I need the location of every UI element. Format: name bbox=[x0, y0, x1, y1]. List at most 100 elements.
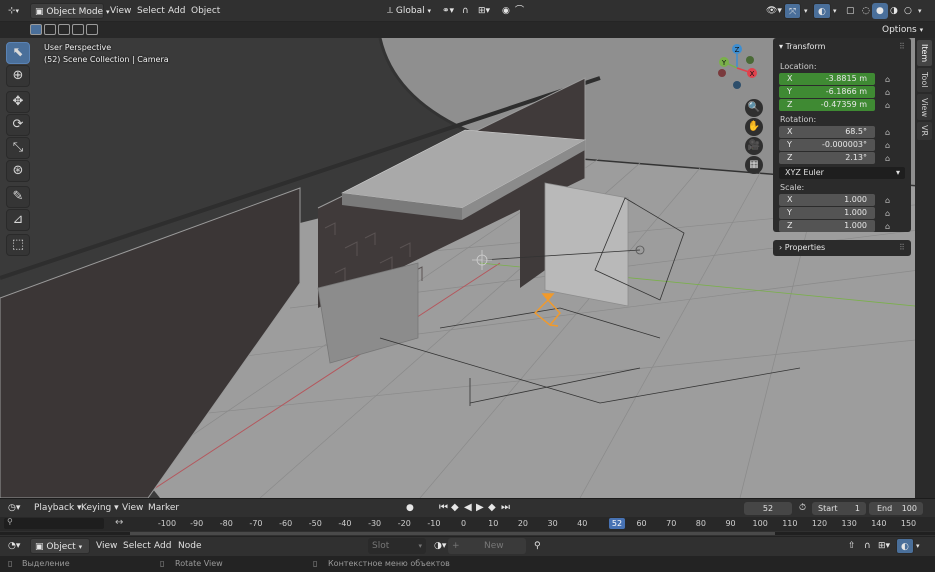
parent-node-tree-button[interactable]: ⇧ bbox=[844, 538, 860, 554]
location-x-field[interactable]: X -3.8815 m bbox=[779, 73, 875, 85]
select-invert-icon[interactable] bbox=[72, 24, 84, 35]
frame-tick-label: -80 bbox=[219, 519, 233, 528]
navigation-gizmo[interactable]: Z X Y bbox=[710, 40, 764, 94]
tab-item[interactable]: Item bbox=[917, 40, 932, 66]
timeline-search-field[interactable]: ⚲ bbox=[4, 517, 104, 529]
lock-icon[interactable]: ⌂ bbox=[885, 154, 895, 163]
scale-x-field[interactable]: X 1.000 bbox=[779, 194, 875, 206]
select-intersect-icon[interactable] bbox=[86, 24, 98, 35]
gizmo-toggle[interactable]: ⤧ bbox=[784, 3, 802, 19]
scrollbar-thumb[interactable] bbox=[130, 532, 775, 535]
snap-toggle[interactable]: ∩ bbox=[458, 3, 473, 19]
menu-timeline-view[interactable]: View bbox=[122, 500, 143, 516]
measure-tool[interactable]: ⊿ bbox=[6, 209, 30, 231]
menu-node[interactable]: Node bbox=[178, 538, 202, 554]
record-button[interactable]: ● bbox=[402, 500, 418, 516]
rotation-z-field[interactable]: Z 2.13° bbox=[779, 152, 875, 164]
annotate-tool[interactable]: ✎ bbox=[6, 186, 30, 208]
transform-tool[interactable]: ⊛ bbox=[6, 160, 30, 182]
collapse-channels-icon[interactable]: ↔ bbox=[115, 517, 123, 528]
current-frame-field[interactable]: 52 bbox=[744, 502, 792, 515]
select-subtract-icon[interactable] bbox=[58, 24, 70, 35]
lock-icon[interactable]: ⌂ bbox=[885, 141, 895, 150]
rotation-x-field[interactable]: X 68.5° bbox=[779, 126, 875, 138]
node-overlays-dropdown[interactable]: ▾ bbox=[912, 538, 924, 554]
mode-selector[interactable]: ▣ Object Mode ▾ bbox=[30, 3, 109, 19]
status-select: Выделение bbox=[22, 559, 70, 568]
tab-view[interactable]: View bbox=[917, 94, 932, 120]
menu-view[interactable]: View bbox=[110, 3, 131, 19]
location-z-field[interactable]: Z -0.47359 m bbox=[779, 99, 875, 111]
menu-editor-add[interactable]: Add bbox=[154, 538, 171, 554]
end-frame-field[interactable]: End 100 bbox=[869, 502, 923, 515]
location-y-field[interactable]: Y -6.1866 m bbox=[779, 86, 875, 98]
pin-button[interactable]: ⚲ bbox=[530, 538, 545, 554]
drag-handle-icon[interactable]: ⠿ bbox=[899, 243, 905, 252]
shading-options-button[interactable]: ▾ bbox=[914, 3, 926, 19]
xray-toggle[interactable]: ▢ bbox=[842, 3, 859, 19]
timeline-editor-type-button[interactable]: ◷▾ bbox=[4, 500, 24, 516]
pivot-point-button[interactable]: ⚭▾ bbox=[438, 3, 458, 19]
properties-header[interactable]: › Properties bbox=[779, 241, 825, 255]
menu-add[interactable]: Add bbox=[168, 3, 185, 19]
select-extend-icon[interactable] bbox=[44, 24, 56, 35]
menu-select[interactable]: Select bbox=[137, 3, 165, 19]
menu-keying[interactable]: Keying ▾ bbox=[81, 500, 119, 516]
proportional-falloff-button[interactable]: ⌒ bbox=[511, 3, 528, 19]
transform-orientation-dropdown[interactable]: ⟂ Global ▾ bbox=[383, 3, 435, 19]
grid-ortho-icon[interactable]: ▦ bbox=[745, 156, 763, 174]
snap-element-button[interactable]: ⊞▾ bbox=[874, 538, 894, 554]
rotate-tool[interactable]: ⟳ bbox=[6, 114, 30, 136]
chevron-down-icon: ▾ bbox=[105, 8, 110, 16]
overlays-dropdown[interactable]: ▾ bbox=[829, 3, 841, 19]
start-frame-field[interactable]: Start 1 bbox=[812, 502, 866, 515]
pan-hand-icon[interactable]: ✋ bbox=[745, 118, 763, 136]
tab-vr[interactable]: VR bbox=[917, 122, 932, 140]
slot-dropdown[interactable]: Slot ▾ bbox=[368, 538, 426, 554]
tab-tool[interactable]: Tool bbox=[917, 68, 932, 92]
cursor-tool[interactable]: ⊕ bbox=[6, 65, 30, 87]
options-dropdown[interactable]: Options ▾ bbox=[878, 22, 927, 38]
lock-icon[interactable]: ⌂ bbox=[885, 128, 895, 137]
menu-editor-view[interactable]: View bbox=[96, 538, 117, 554]
rotation-y-field[interactable]: Y -0.000003° bbox=[779, 139, 875, 151]
snap-toggle-nodes[interactable]: ∩ bbox=[860, 538, 875, 554]
timeline-scrollbar[interactable] bbox=[0, 532, 935, 535]
rotation-mode-dropdown[interactable]: XYZ Euler ▾ bbox=[779, 167, 905, 179]
rotation-label: Rotation: bbox=[780, 115, 817, 124]
lock-icon[interactable]: ⌂ bbox=[885, 209, 895, 218]
zoom-icon[interactable]: 🔍 bbox=[745, 99, 763, 117]
scale-y-field[interactable]: Y 1.000 bbox=[779, 207, 875, 219]
jump-end-button[interactable]: ⏭ bbox=[497, 500, 514, 516]
menu-playback[interactable]: Playback ▾ bbox=[34, 500, 82, 516]
preview-range-toggle[interactable]: ⏱ bbox=[795, 500, 810, 516]
drag-handle-icon[interactable]: ⠿ bbox=[899, 42, 905, 51]
select-new-icon[interactable] bbox=[30, 24, 42, 35]
menu-marker[interactable]: Marker bbox=[148, 500, 179, 516]
frame-tick-label: 120 bbox=[811, 519, 828, 528]
context-selector[interactable]: ▣ Object ▾ bbox=[30, 538, 90, 554]
lock-icon[interactable]: ⌂ bbox=[885, 88, 895, 97]
lock-icon[interactable]: ⌂ bbox=[885, 196, 895, 205]
select-box-tool[interactable]: ⬉ bbox=[6, 42, 30, 64]
proportional-edit-icon: ◉ bbox=[502, 6, 510, 16]
properties-panel[interactable]: › Properties ⠿ bbox=[773, 240, 911, 256]
gizmo-dropdown[interactable]: ▾ bbox=[800, 3, 812, 19]
menu-object[interactable]: Object bbox=[191, 3, 220, 19]
new-material-button[interactable]: + New bbox=[448, 538, 526, 554]
lock-icon[interactable]: ⌂ bbox=[885, 75, 895, 84]
camera-view-icon[interactable]: 🎥 bbox=[745, 137, 763, 155]
snap-target-button[interactable]: ⊞▾ bbox=[474, 3, 494, 19]
move-tool[interactable]: ✥ bbox=[6, 91, 30, 113]
transform-header[interactable]: ▾ Transform bbox=[779, 40, 825, 54]
lock-icon[interactable]: ⌂ bbox=[885, 222, 895, 231]
lock-icon[interactable]: ⌂ bbox=[885, 101, 895, 110]
node-editor-type-button[interactable]: ◔▾ bbox=[4, 538, 24, 554]
playhead-frame-indicator[interactable]: 52 bbox=[609, 518, 625, 529]
editor-type-button[interactable]: ⊹▾ bbox=[4, 3, 23, 19]
add-cube-tool[interactable]: ⬚ bbox=[6, 234, 30, 256]
scale-z-field[interactable]: Z 1.000 bbox=[779, 220, 875, 232]
visibility-selectability-button[interactable]: 👁▾ bbox=[762, 3, 786, 19]
scale-tool[interactable]: ⤡ bbox=[6, 137, 30, 159]
menu-editor-select[interactable]: Select bbox=[123, 538, 151, 554]
